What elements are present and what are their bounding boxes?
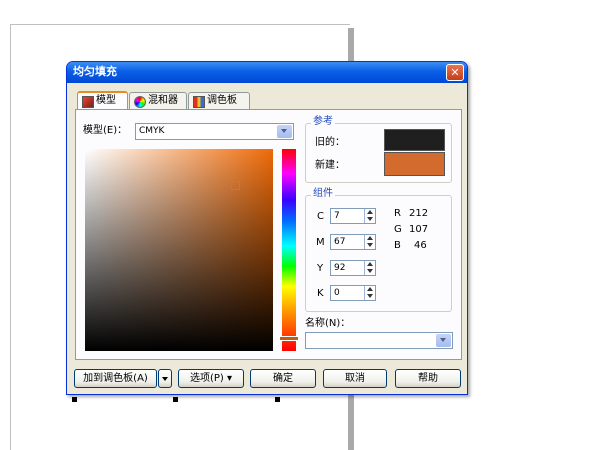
- model-label: 模型(E)：: [83, 125, 128, 136]
- add-to-palette-dropdown-button[interactable]: [158, 369, 172, 388]
- components-group-title: 组件: [311, 188, 335, 200]
- cyan-value: 7: [334, 211, 340, 221]
- dialog-title: 均匀填充: [73, 65, 117, 78]
- red-value: 212: [409, 208, 429, 219]
- spinner-arrows-icon[interactable]: [366, 236, 374, 248]
- ok-button[interactable]: 确定: [250, 369, 316, 388]
- close-icon: ✕: [450, 66, 460, 79]
- spinner-arrows-icon[interactable]: [366, 262, 374, 274]
- tab-model-label: 模型: [96, 95, 116, 106]
- old-color-swatch: [384, 129, 445, 151]
- black-input[interactable]: 0: [330, 285, 376, 301]
- model-select-value: CMYK: [139, 126, 165, 136]
- color-picker-marker[interactable]: [231, 181, 240, 190]
- new-color-swatch: [384, 152, 445, 176]
- yellow-value: 92: [334, 263, 346, 273]
- dialog-titlebar[interactable]: 均匀填充 ✕: [67, 62, 467, 83]
- color-picker-area[interactable]: [85, 149, 273, 351]
- yellow-input[interactable]: 92: [330, 260, 376, 276]
- chevron-down-icon: [162, 377, 168, 381]
- yellow-label: Y: [317, 263, 324, 274]
- close-button[interactable]: ✕: [446, 64, 464, 81]
- tab-palette[interactable]: 调色板: [188, 92, 250, 109]
- spinner-arrows-icon[interactable]: [366, 287, 374, 299]
- blue-label: B: [394, 240, 401, 251]
- tab-mixer-label: 混和器: [148, 95, 178, 106]
- components-group: [305, 195, 452, 312]
- black-value: 0: [334, 288, 340, 298]
- options-button[interactable]: 选项(P) ▾: [178, 369, 244, 388]
- color-name-select[interactable]: [305, 332, 453, 349]
- reference-group-title: 参考: [311, 116, 335, 128]
- magenta-input[interactable]: 67: [330, 234, 376, 250]
- chevron-down-icon[interactable]: [436, 334, 451, 347]
- blue-value: 46: [414, 240, 427, 251]
- new-color-label: 新建：: [315, 160, 345, 171]
- palette-icon: [193, 96, 205, 108]
- help-button[interactable]: 帮助: [395, 369, 461, 388]
- spinner-arrows-icon[interactable]: [366, 210, 374, 222]
- hue-slider[interactable]: [282, 149, 296, 351]
- selection-handle[interactable]: [173, 397, 178, 402]
- tab-model[interactable]: 模型: [77, 91, 128, 110]
- cancel-button[interactable]: 取消: [323, 369, 387, 388]
- black-label: K: [317, 288, 324, 299]
- cyan-label: C: [317, 211, 324, 222]
- green-label: G: [394, 224, 402, 235]
- add-to-palette-button[interactable]: 加到调色板(A): [74, 369, 157, 388]
- green-value: 107: [409, 224, 429, 235]
- chevron-down-icon[interactable]: [277, 125, 292, 138]
- selection-handle[interactable]: [275, 397, 280, 402]
- tab-palette-label: 调色板: [207, 95, 237, 106]
- color-name-label: 名称(N)：: [305, 318, 351, 329]
- selection-handle[interactable]: [72, 397, 77, 402]
- uniform-fill-dialog: 均匀填充 ✕ 模型 混和器 调色板 模型(E)： CMYK 参考 旧的： 新建：…: [66, 61, 468, 395]
- hue-slider-handle[interactable]: [279, 336, 299, 341]
- mixer-icon: [134, 96, 146, 108]
- red-label: R: [394, 208, 401, 219]
- magenta-label: M: [316, 237, 325, 248]
- cyan-input[interactable]: 7: [330, 208, 376, 224]
- tab-mixer[interactable]: 混和器: [129, 92, 187, 109]
- model-icon: [82, 96, 94, 108]
- old-color-label: 旧的：: [315, 137, 345, 148]
- model-select[interactable]: CMYK: [135, 123, 294, 140]
- magenta-value: 67: [334, 237, 346, 247]
